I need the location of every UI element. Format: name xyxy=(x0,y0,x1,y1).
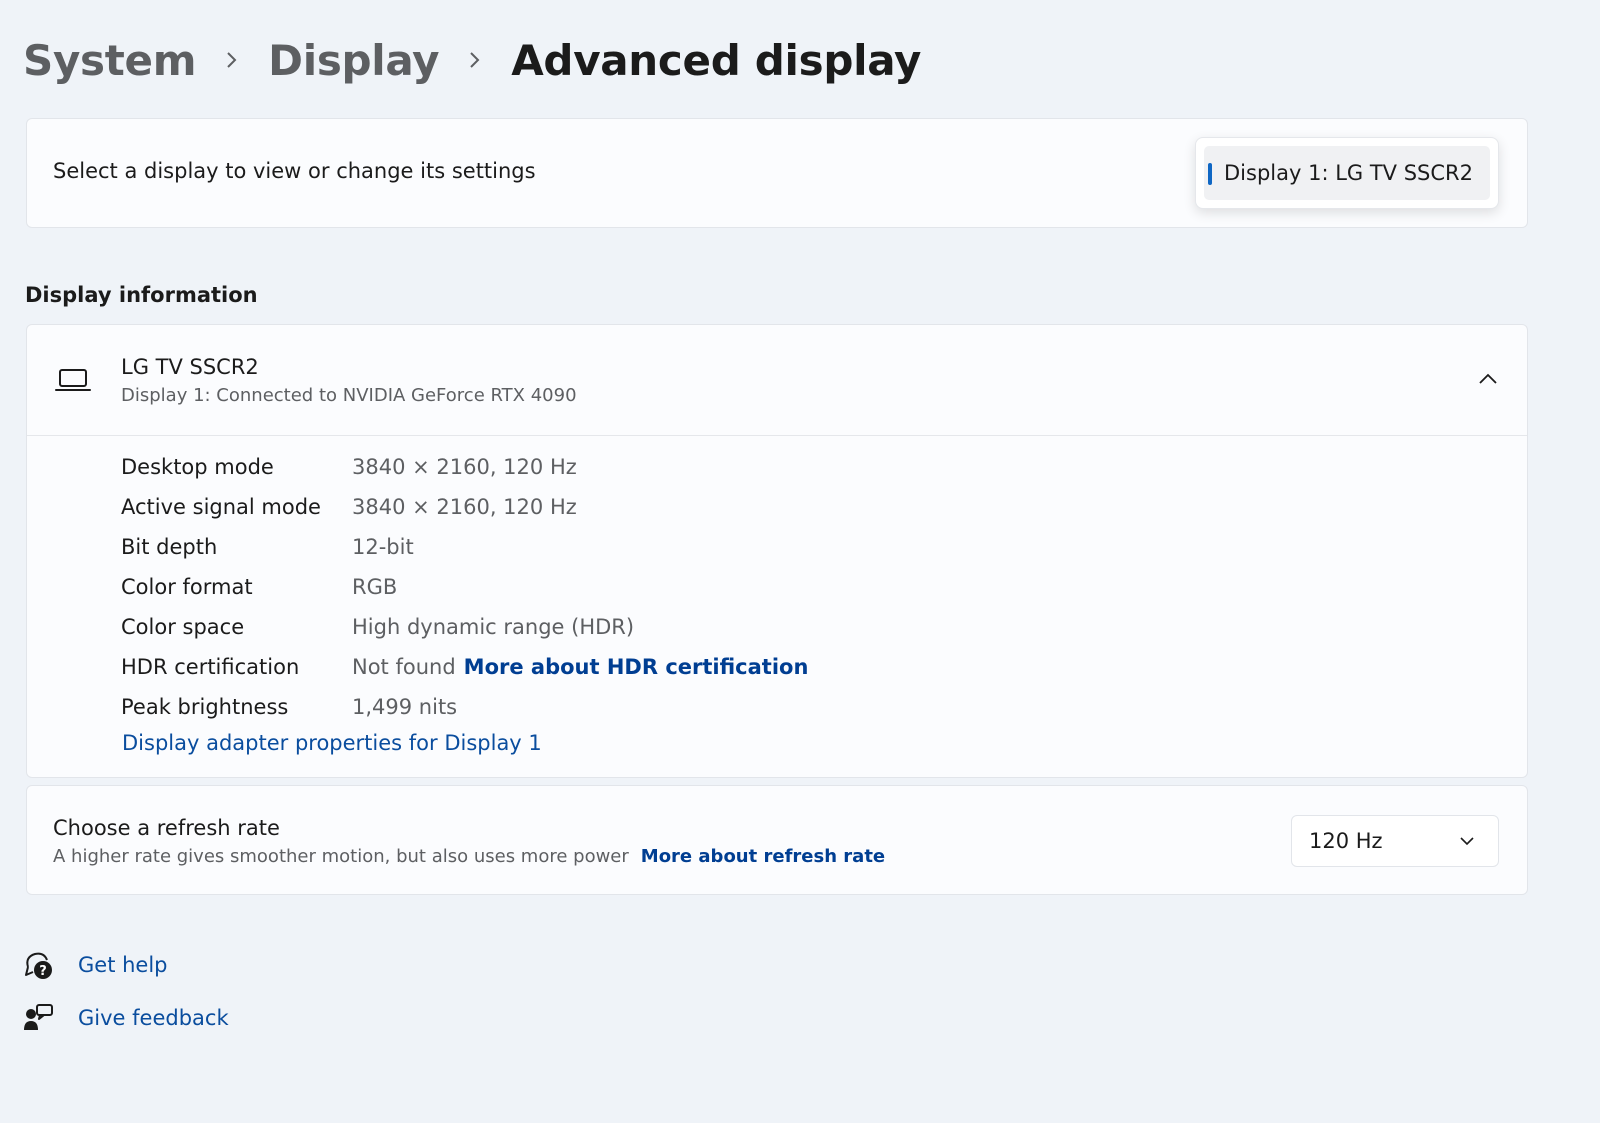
property-value: 12-bit xyxy=(352,535,414,559)
display-properties-list: Desktop mode 3840 × 2160, 120 Hz Active … xyxy=(121,447,808,727)
refresh-rate-link[interactable]: More about refresh rate xyxy=(641,846,885,867)
display-selector-dropdown[interactable]: Display 1: LG TV SSCR2 xyxy=(1195,137,1499,209)
get-help-label: Get help xyxy=(78,953,168,977)
property-name: Color space xyxy=(121,615,245,639)
display-connection: Display 1: Connected to NVIDIA GeForce R… xyxy=(121,385,577,406)
property-name: Color format xyxy=(121,575,253,599)
property-name: Peak brightness xyxy=(121,695,289,719)
give-feedback-link[interactable]: Give feedback xyxy=(22,998,229,1038)
property-value: Not found xyxy=(352,655,456,679)
property-value: 3840 × 2160, 120 Hz xyxy=(352,495,577,519)
property-value: 1,499 nits xyxy=(352,695,458,719)
get-help-link[interactable]: ? Get help xyxy=(22,945,168,985)
property-name: Desktop mode xyxy=(121,455,274,479)
svg-text:?: ? xyxy=(39,964,47,979)
help-icon: ? xyxy=(25,952,52,979)
section-title-display-information: Display information xyxy=(25,283,258,307)
chevron-up-icon[interactable] xyxy=(1477,371,1499,387)
feedback-icon xyxy=(24,1004,53,1030)
give-feedback-label: Give feedback xyxy=(78,1006,229,1030)
refresh-rate-card: Choose a refresh rate A higher rate give… xyxy=(26,785,1528,895)
property-name: HDR certification xyxy=(121,655,300,679)
property-row-active-signal-mode: Active signal mode 3840 × 2160, 120 Hz xyxy=(121,487,808,527)
hdr-certification-link[interactable]: More about HDR certification xyxy=(464,655,809,679)
page-title: Advanced display xyxy=(511,35,922,85)
property-row-peak-brightness: Peak brightness 1,499 nits xyxy=(121,687,808,727)
property-value: RGB xyxy=(352,575,398,599)
property-value: High dynamic range (HDR) xyxy=(352,615,635,639)
property-row-desktop-mode: Desktop mode 3840 × 2160, 120 Hz xyxy=(121,447,808,487)
chevron-right-icon xyxy=(196,51,268,69)
property-value: 3840 × 2160, 120 Hz xyxy=(352,455,577,479)
property-name: Bit depth xyxy=(121,535,218,559)
selection-indicator xyxy=(1208,163,1212,185)
property-row-hdr-certification: HDR certification Not found More about H… xyxy=(121,647,808,687)
refresh-rate-description: A higher rate gives smoother motion, but… xyxy=(53,846,629,867)
property-row-bit-depth: Bit depth 12-bit xyxy=(121,527,808,567)
select-display-card: Select a display to view or change its s… xyxy=(26,118,1528,228)
breadcrumb-display[interactable]: Display xyxy=(268,36,439,85)
property-row-color-space: Color space High dynamic range (HDR) xyxy=(121,607,808,647)
refresh-rate-dropdown[interactable]: 120 Hz xyxy=(1291,815,1499,867)
select-display-label: Select a display to view or change its s… xyxy=(53,159,536,183)
laptop-icon xyxy=(55,369,91,391)
display-option-selected[interactable]: Display 1: LG TV SSCR2 xyxy=(1204,146,1490,200)
breadcrumb-system[interactable]: System xyxy=(23,36,196,85)
breadcrumb: System Display Advanced display xyxy=(23,30,921,90)
display-information-card: LG TV SSCR2 Display 1: Connected to NVID… xyxy=(26,324,1528,778)
display-option-label: Display 1: LG TV SSCR2 xyxy=(1224,161,1473,185)
chevron-right-icon xyxy=(439,51,511,69)
refresh-rate-description-row: A higher rate gives smoother motion, but… xyxy=(53,846,885,867)
property-row-color-format: Color format RGB xyxy=(121,567,808,607)
display-name: LG TV SSCR2 xyxy=(121,355,259,379)
property-name: Active signal mode xyxy=(121,495,321,519)
refresh-rate-value: 120 Hz xyxy=(1309,829,1383,853)
refresh-rate-title: Choose a refresh rate xyxy=(53,816,280,840)
display-adapter-properties-link[interactable]: Display adapter properties for Display 1 xyxy=(122,731,542,755)
chevron-down-icon xyxy=(1460,837,1474,846)
display-information-header[interactable]: LG TV SSCR2 Display 1: Connected to NVID… xyxy=(27,325,1527,436)
